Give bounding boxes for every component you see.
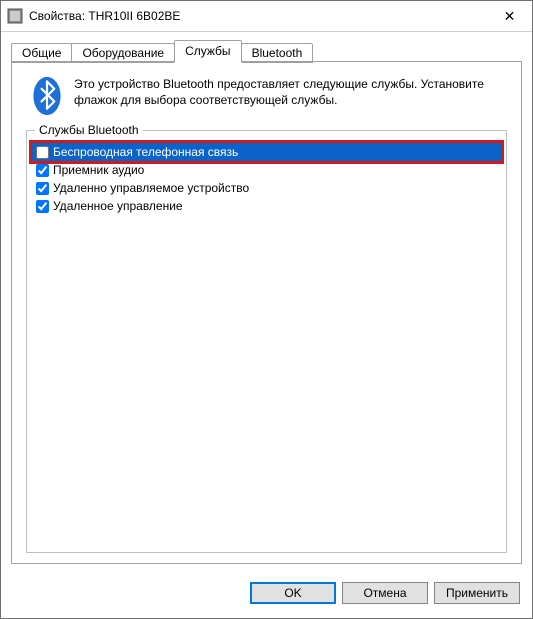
- tab-label: Оборудование: [82, 46, 164, 60]
- service-label: Беспроводная телефонная связь: [53, 144, 238, 160]
- close-button[interactable]: ✕: [487, 1, 532, 31]
- service-checkbox[interactable]: [36, 146, 49, 159]
- service-checkbox[interactable]: [36, 164, 49, 177]
- button-label: Применить: [446, 586, 508, 600]
- window-icon: [7, 8, 23, 24]
- service-label: Приемник аудио: [53, 162, 144, 178]
- close-icon: ✕: [504, 8, 516, 25]
- tab-services[interactable]: Службы: [174, 40, 241, 63]
- tab-content-services: Это устройство Bluetooth предоставляет с…: [11, 62, 522, 564]
- button-bar: OK Отмена Применить: [1, 574, 532, 618]
- service-item[interactable]: Беспроводная телефонная связь: [32, 143, 501, 161]
- tab-label: Общие: [22, 46, 61, 60]
- tab-label: Bluetooth: [252, 46, 303, 60]
- tab-strip: Общие Оборудование Службы Bluetooth: [1, 32, 532, 62]
- button-label: Отмена: [363, 586, 406, 600]
- service-item[interactable]: Удаленное управление: [32, 197, 501, 215]
- service-checkbox[interactable]: [36, 200, 49, 213]
- titlebar: Свойства: THR10II 6B02BE ✕: [1, 1, 532, 32]
- properties-dialog: Свойства: THR10II 6B02BE ✕ Общие Оборудо…: [0, 0, 533, 619]
- intro-text: Это устройство Bluetooth предоставляет с…: [68, 76, 507, 108]
- bluetooth-icon: [26, 76, 68, 116]
- cancel-button[interactable]: Отмена: [342, 582, 428, 604]
- service-item[interactable]: Приемник аудио: [32, 161, 501, 179]
- tab-hardware[interactable]: Оборудование: [71, 43, 175, 63]
- tab-bluetooth[interactable]: Bluetooth: [241, 43, 314, 63]
- button-label: OK: [284, 586, 301, 600]
- ok-button[interactable]: OK: [250, 582, 336, 604]
- window-title: Свойства: THR10II 6B02BE: [29, 9, 487, 23]
- tab-label: Службы: [185, 44, 230, 58]
- groupbox-legend: Службы Bluetooth: [35, 123, 143, 137]
- service-item[interactable]: Удаленно управляемое устройство: [32, 179, 501, 197]
- apply-button[interactable]: Применить: [434, 582, 520, 604]
- service-checkbox[interactable]: [36, 182, 49, 195]
- service-label: Удаленное управление: [53, 198, 183, 214]
- service-label: Удаленно управляемое устройство: [53, 180, 249, 196]
- service-list: Беспроводная телефонная связь Приемник а…: [32, 143, 501, 215]
- tab-general[interactable]: Общие: [11, 43, 72, 63]
- intro-row: Это устройство Bluetooth предоставляет с…: [26, 76, 507, 116]
- services-groupbox: Службы Bluetooth Беспроводная телефонная…: [26, 130, 507, 553]
